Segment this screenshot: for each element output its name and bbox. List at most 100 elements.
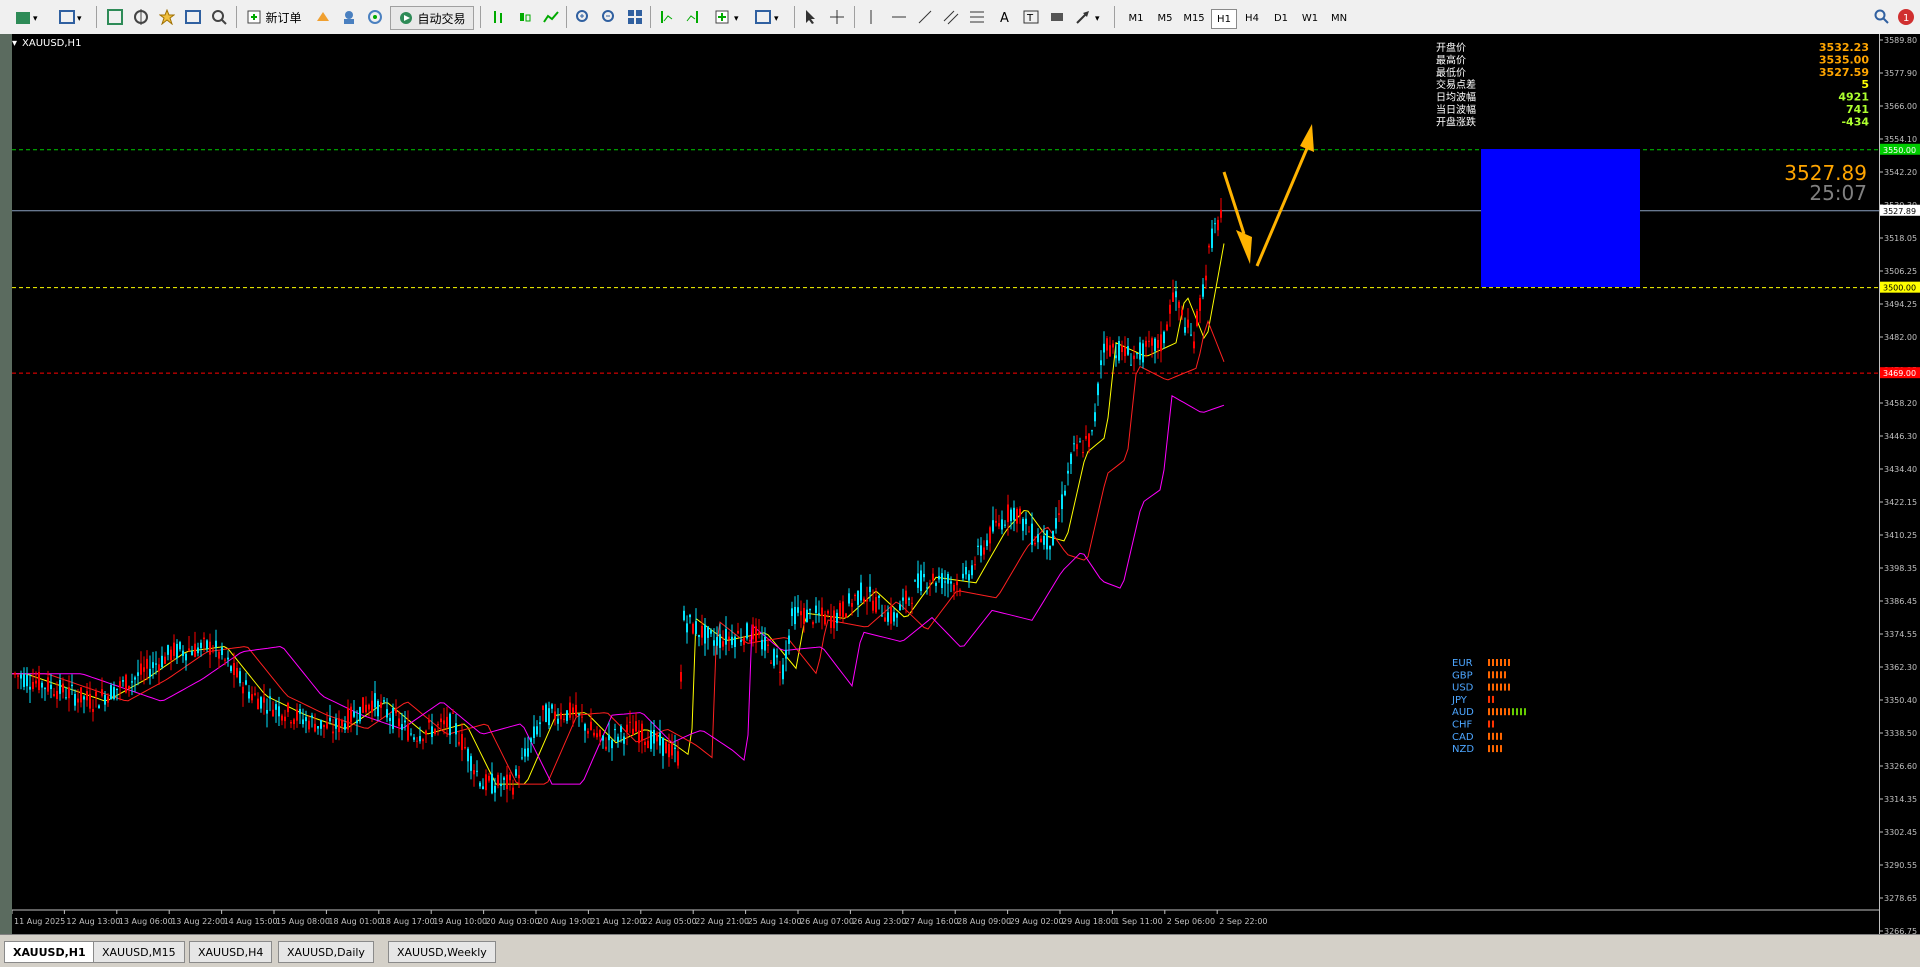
down-arrow-shaft[interactable] xyxy=(1222,171,1246,235)
market-watch-icon[interactable] xyxy=(104,6,126,28)
timeframe-d1[interactable]: D1 xyxy=(1269,9,1293,27)
candle-body xyxy=(641,723,643,741)
navigator-icon[interactable] xyxy=(156,6,178,28)
timeframe-w1[interactable]: W1 xyxy=(1298,9,1322,27)
candle-body xyxy=(794,606,796,625)
chart-shift-icon[interactable] xyxy=(656,6,678,28)
alerts-icon[interactable]: 1 xyxy=(1896,6,1916,28)
equidistant-channel-icon[interactable] xyxy=(940,6,962,28)
strength-bar xyxy=(1488,683,1490,691)
strength-bar xyxy=(1496,659,1498,666)
candle-body xyxy=(662,737,664,756)
up-arrow-shaft[interactable] xyxy=(1255,145,1310,267)
crosshair-icon[interactable] xyxy=(826,6,848,28)
candle-body xyxy=(404,720,406,723)
candle-body xyxy=(563,718,565,720)
price-axis-label: 3458.20 xyxy=(1884,399,1917,408)
candle-body xyxy=(752,624,754,640)
tile-windows-icon[interactable] xyxy=(624,6,646,28)
candle-body xyxy=(1145,340,1147,347)
candle-body xyxy=(725,629,727,645)
candle-body xyxy=(338,718,340,733)
candle-body xyxy=(89,693,91,709)
templates-button[interactable]: ▾ xyxy=(750,6,788,28)
candle-body xyxy=(1013,507,1015,520)
candle-body xyxy=(167,645,169,655)
candle-body xyxy=(1007,504,1009,523)
candlestick-icon[interactable] xyxy=(514,6,536,28)
candle-body xyxy=(221,647,223,655)
timeframe-m1[interactable]: M1 xyxy=(1124,9,1148,27)
candle-body xyxy=(56,690,58,699)
candle-body xyxy=(914,580,916,582)
text-label-icon[interactable]: T xyxy=(1020,6,1042,28)
arrows-tool-button[interactable]: ▾ xyxy=(1072,6,1108,28)
rectangle-tool-icon[interactable] xyxy=(1046,6,1068,28)
new-order-button[interactable]: 新订单 xyxy=(244,6,304,28)
indicators-button[interactable]: ▾ xyxy=(710,6,748,28)
candle-body xyxy=(101,689,103,696)
candle-body xyxy=(920,570,922,592)
profiles-button[interactable]: ▾ xyxy=(54,6,90,28)
zoom-out-icon[interactable] xyxy=(598,6,620,28)
price-axis-label: 3350.40 xyxy=(1884,696,1917,705)
chart-tab[interactable]: XAUUSD,M15 xyxy=(93,941,185,963)
zoom-in-icon[interactable] xyxy=(572,6,594,28)
terminal-icon[interactable] xyxy=(182,6,204,28)
chart-tab[interactable]: XAUUSD,Weekly xyxy=(388,941,496,963)
data-window-icon[interactable] xyxy=(130,6,152,28)
strength-bar xyxy=(1496,683,1498,691)
price-axis-canvas[interactable]: 3589.803577.903566.003554.103542.203530.… xyxy=(1880,34,1920,936)
chart-tab[interactable]: XAUUSD,Daily xyxy=(278,941,374,963)
chart-canvas[interactable]: ▾ XAUUSD,H1 开盘价 3532.23 最高价 3535.00 最低价 3527.… xyxy=(12,34,1880,934)
auto-trading-button[interactable]: 自动交易 xyxy=(390,6,474,30)
chart-tab[interactable]: XAUUSD,H1 xyxy=(4,941,95,963)
highlight-box[interactable] xyxy=(1481,149,1640,287)
timeframe-m15[interactable]: M15 xyxy=(1182,9,1206,27)
candle-body xyxy=(104,694,106,705)
search-icon[interactable] xyxy=(1872,6,1892,28)
text-tool-icon[interactable]: A xyxy=(994,6,1016,28)
time-axis-label: 19 Aug 10:00 xyxy=(433,917,487,926)
vertical-line-icon[interactable] xyxy=(860,6,882,28)
signals-icon[interactable] xyxy=(338,6,360,28)
candle-body xyxy=(635,721,637,732)
metaeditor-icon[interactable] xyxy=(312,6,334,28)
market-icon[interactable] xyxy=(364,6,386,28)
timeframe-m5[interactable]: M5 xyxy=(1153,9,1177,27)
candle-body xyxy=(674,747,676,750)
candle-body xyxy=(284,716,286,722)
candle-body xyxy=(329,717,331,722)
toolbar-separator xyxy=(1114,6,1115,28)
cursor-icon[interactable] xyxy=(800,6,822,28)
candle-body xyxy=(1193,341,1195,349)
candle-body xyxy=(1070,453,1072,464)
timeframe-h4[interactable]: H4 xyxy=(1240,9,1264,27)
candle-body xyxy=(611,740,613,749)
price-axis[interactable]: 3589.803577.903566.003554.103542.203530.… xyxy=(1879,34,1920,936)
trendline-icon[interactable] xyxy=(914,6,936,28)
timeframe-mn[interactable]: MN xyxy=(1327,9,1351,27)
price-chart[interactable]: ▾ XAUUSD,H1 开盘价 3532.23 最高价 3535.00 最低价 3527.… xyxy=(12,34,1880,934)
strategy-tester-icon[interactable] xyxy=(208,6,230,28)
strength-bar xyxy=(1488,671,1490,679)
new-chart-button[interactable]: ▾ xyxy=(8,6,48,28)
line-chart-icon[interactable] xyxy=(540,6,562,28)
currency-name: GBP xyxy=(1452,670,1473,681)
fibonacci-icon[interactable] xyxy=(966,6,988,28)
autoscroll-icon[interactable] xyxy=(682,6,704,28)
candle-body xyxy=(1049,546,1051,550)
candle-body xyxy=(848,593,850,604)
candle-body xyxy=(938,575,940,580)
candle-body xyxy=(428,720,430,723)
horizontal-line-icon[interactable] xyxy=(888,6,910,28)
down-arrow-head[interactable] xyxy=(1236,230,1252,264)
bar-chart-icon[interactable] xyxy=(488,6,510,28)
timeframe-h1[interactable]: H1 xyxy=(1211,9,1237,29)
ma-fast-line xyxy=(12,243,1225,785)
candle-body xyxy=(35,680,37,684)
chart-tab[interactable]: XAUUSD,H4 xyxy=(189,941,273,963)
candle-body xyxy=(65,697,67,699)
up-arrow-head[interactable] xyxy=(1300,124,1314,152)
candle-body xyxy=(989,527,991,544)
